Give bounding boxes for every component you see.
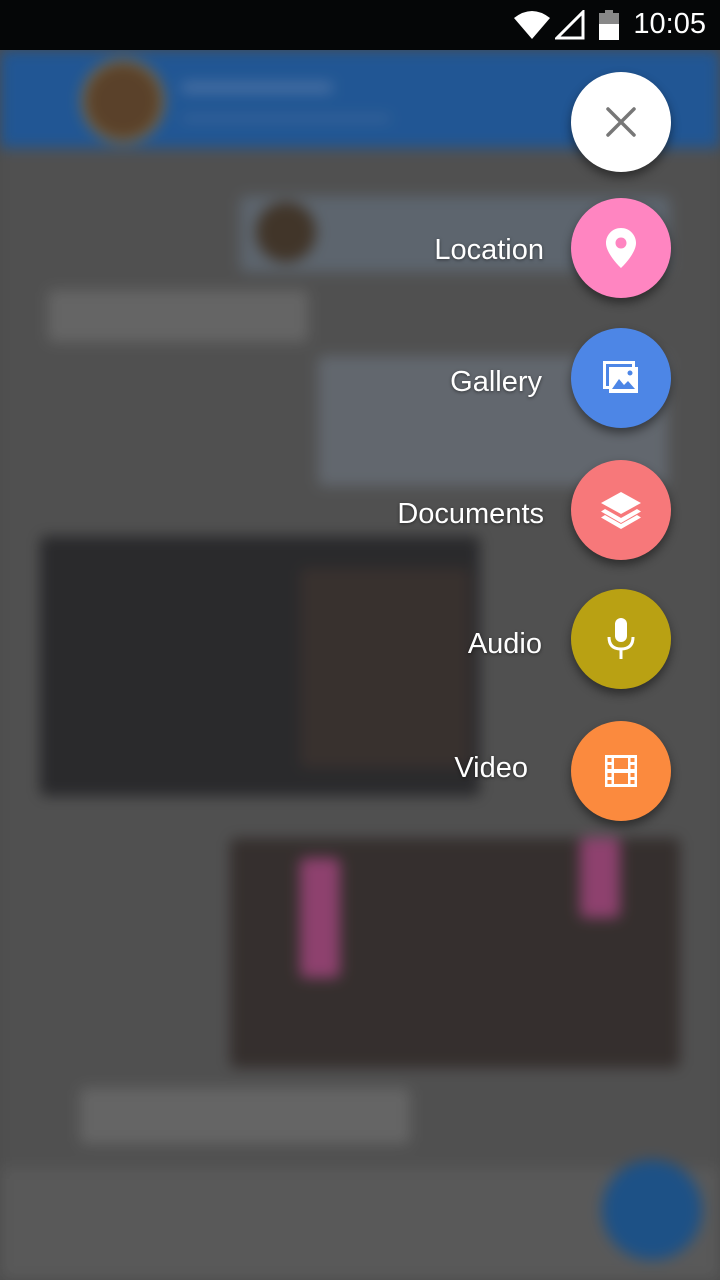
layers-icon: [601, 492, 641, 529]
status-bar: 10:05: [0, 0, 720, 50]
status-time: 10:05: [633, 8, 706, 40]
documents-label: Documents: [397, 498, 544, 530]
audio-label: Audio: [467, 628, 542, 660]
video-label: Video: [454, 752, 528, 784]
location-button[interactable]: [571, 198, 671, 298]
wifi-icon: [514, 11, 550, 39]
cell-signal-icon: [555, 10, 585, 40]
documents-button[interactable]: [571, 460, 671, 560]
close-icon: [606, 107, 636, 137]
location-label: Location: [434, 234, 544, 266]
gallery-label: Gallery: [450, 366, 542, 398]
film-icon: [605, 755, 637, 787]
close-button[interactable]: [571, 72, 671, 172]
image-icon: [603, 361, 638, 393]
video-button[interactable]: [571, 721, 671, 821]
battery-icon: [599, 10, 619, 40]
audio-button[interactable]: [571, 589, 671, 689]
location-pin-icon: [606, 228, 636, 268]
microphone-icon: [607, 618, 635, 659]
gallery-button[interactable]: [571, 328, 671, 428]
